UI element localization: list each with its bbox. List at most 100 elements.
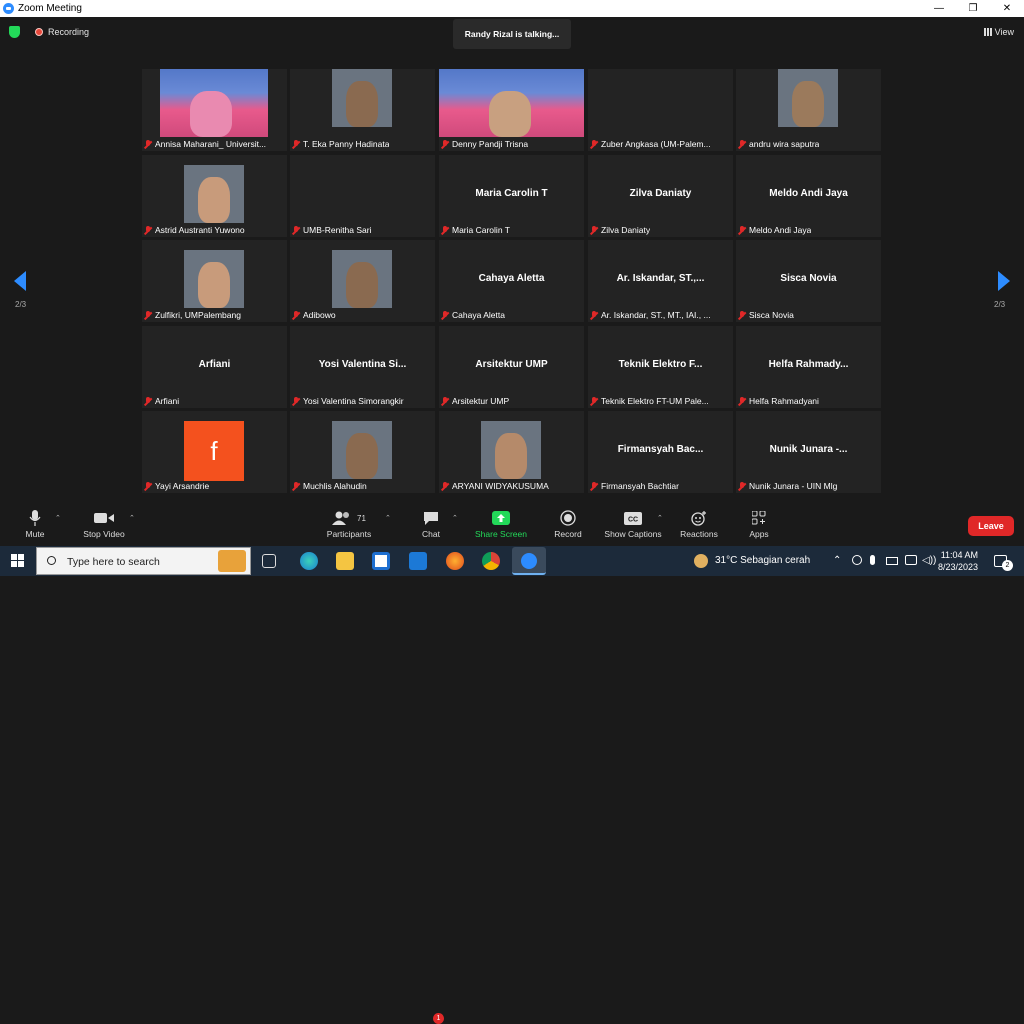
reactions-button[interactable]: Reactions xyxy=(678,509,720,539)
security-shield-icon[interactable] xyxy=(9,26,20,38)
show-hidden-icons-chevron-icon[interactable]: ⌃ xyxy=(833,555,841,566)
participant-tile[interactable]: Denny Pandji Trisna xyxy=(439,69,584,151)
participant-tile[interactable]: Astrid Austranti Yuwono xyxy=(142,155,287,237)
participant-tile[interactable]: Annisa Maharani_ Universit... xyxy=(142,69,287,151)
participant-tile[interactable]: Arsitektur UMP Arsitektur UMP xyxy=(439,326,584,408)
leave-button[interactable]: Leave xyxy=(968,516,1014,536)
participant-tile[interactable]: Cahaya Aletta Cahaya Aletta xyxy=(439,240,584,322)
window-title: Zoom Meeting xyxy=(18,3,82,14)
participant-tile[interactable]: Firmansyah Bac... Firmansyah Bachtiar xyxy=(588,411,733,493)
task-view-icon[interactable] xyxy=(262,554,276,568)
record-button[interactable]: Record xyxy=(549,509,587,539)
captions-options-chevron-icon[interactable]: ⌃ xyxy=(657,514,663,522)
participant-tile[interactable]: Zilva Daniaty Zilva Daniaty xyxy=(588,155,733,237)
mic-tray-icon[interactable] xyxy=(870,555,875,565)
participants-button[interactable]: 71 Participants xyxy=(322,509,376,539)
participant-nameplate: Arsitektur UMP xyxy=(441,395,509,407)
weather-text[interactable]: 31°C Sebagian cerah xyxy=(715,555,810,566)
participant-tile[interactable]: Adibowo xyxy=(290,240,435,322)
participant-tile[interactable]: Meldo Andi Jaya Meldo Andi Jaya xyxy=(736,155,881,237)
participant-video-figure xyxy=(346,81,378,127)
audio-options-chevron-icon[interactable]: ⌃ xyxy=(55,514,61,522)
network-icon[interactable] xyxy=(852,555,862,565)
chrome-icon[interactable] xyxy=(482,552,500,570)
participants-icon xyxy=(332,511,350,525)
participant-tile[interactable]: Zulfikri, UMPalembang xyxy=(142,240,287,322)
participant-name: Yosi Valentina Simorangkir xyxy=(303,396,404,406)
participant-name: Arsitektur UMP xyxy=(452,396,510,406)
video-feed xyxy=(184,165,244,223)
taskbar-clock[interactable]: 11:04 AM 8/23/2023 xyxy=(938,549,978,573)
participant-video-figure xyxy=(489,91,531,137)
participant-tile[interactable]: Yosi Valentina Si... Yosi Valentina Simor… xyxy=(290,326,435,408)
stop-video-button[interactable]: Stop Video xyxy=(78,509,130,539)
participant-tile[interactable]: Nunik Junara -... Nunik Junara - UIN Mlg xyxy=(736,411,881,493)
recording-label[interactable]: Recording xyxy=(48,27,89,37)
participant-tile[interactable]: Zuber Angkasa (UM-Palem... xyxy=(588,69,733,151)
window-titlebar: Zoom Meeting — ❐ ✕ xyxy=(0,0,1024,17)
participants-options-chevron-icon[interactable]: ⌃ xyxy=(385,514,391,522)
participant-tile[interactable]: f Yayi Arsandrie xyxy=(142,411,287,493)
chat-button[interactable]: Chat xyxy=(415,509,447,539)
participant-tile[interactable]: Helfa Rahmady... Helfa Rahmadyani xyxy=(736,326,881,408)
participant-tile[interactable]: T. Eka Panny Hadinata xyxy=(290,69,435,151)
participant-nameplate: UMB-Renitha Sari xyxy=(292,224,372,236)
volume-icon[interactable]: ◁)) xyxy=(922,555,936,566)
clock-date: 8/23/2023 xyxy=(938,562,979,572)
page-indicator-right: 2/3 xyxy=(994,300,1006,309)
previous-page-arrow-icon[interactable] xyxy=(14,271,26,291)
emoji-reaction-icon xyxy=(691,511,706,526)
minimize-button[interactable]: — xyxy=(922,0,956,17)
participant-name: Zilva Daniaty xyxy=(601,225,651,235)
video-feed xyxy=(160,69,268,137)
participants-label: Participants xyxy=(326,529,372,539)
participant-name: Denny Pandji Trisna xyxy=(452,139,529,149)
taskbar-search-box[interactable]: Type here to search xyxy=(36,547,251,575)
video-options-chevron-icon[interactable]: ⌃ xyxy=(129,514,135,522)
chat-options-chevron-icon[interactable]: ⌃ xyxy=(452,514,458,522)
participant-name: Adibowo xyxy=(303,310,336,320)
mail-icon[interactable] xyxy=(409,552,427,570)
participant-nameplate: andru wira saputra xyxy=(738,138,819,150)
edge-browser-icon[interactable] xyxy=(300,552,318,570)
record-label: Record xyxy=(554,529,582,539)
participant-nameplate: Zilva Daniaty xyxy=(590,224,650,236)
wifi-icon[interactable] xyxy=(905,555,917,565)
next-page-arrow-icon[interactable] xyxy=(998,271,1010,291)
apps-button[interactable]: Apps xyxy=(744,509,774,539)
video-feed xyxy=(439,69,584,137)
participant-tile[interactable]: Ar. Iskandar, ST.,... Ar. Iskandar, ST., … xyxy=(588,240,733,322)
participant-display-name: Firmansyah Bac... xyxy=(617,444,704,455)
meeting-toolbar: Mute ⌃ Stop Video ⌃ 71 Participants ⌃ Ch… xyxy=(0,505,1024,1024)
battery-icon[interactable] xyxy=(886,557,898,565)
svg-text:CC: CC xyxy=(628,516,638,523)
show-captions-button[interactable]: CC Show Captions xyxy=(602,509,664,539)
participant-tile[interactable]: Sisca Novia Sisca Novia xyxy=(736,240,881,322)
participant-tile[interactable]: andru wira saputra xyxy=(736,69,881,151)
microsoft-store-icon[interactable] xyxy=(372,552,390,570)
view-button[interactable]: View xyxy=(983,27,1014,37)
firefox-icon[interactable] xyxy=(446,552,464,570)
participant-tile[interactable]: ARYANI WIDYAKUSUMA xyxy=(439,411,584,493)
share-screen-label: Share Screen xyxy=(475,529,527,539)
windows-start-icon[interactable] xyxy=(11,554,24,567)
participant-tile[interactable]: UMB-Renitha Sari xyxy=(290,155,435,237)
participant-name: Meldo Andi Jaya xyxy=(749,225,812,235)
mute-button[interactable]: Mute xyxy=(18,509,52,539)
close-button[interactable]: ✕ xyxy=(990,0,1024,17)
participant-display-name: Cahaya Aletta xyxy=(478,273,545,284)
participant-tile[interactable]: Muchlis Alahudin xyxy=(290,411,435,493)
participant-tile[interactable]: Teknik Elektro F... Teknik Elektro FT-UM … xyxy=(588,326,733,408)
participant-tile[interactable]: Arfiani Arfiani xyxy=(142,326,287,408)
participant-tile[interactable]: Maria Carolin T Maria Carolin T xyxy=(439,155,584,237)
file-explorer-icon[interactable] xyxy=(336,552,354,570)
maximize-button[interactable]: ❐ xyxy=(956,0,990,17)
participant-display-name: Zilva Daniaty xyxy=(629,188,692,199)
video-feed xyxy=(184,250,244,308)
participant-nameplate: Cahaya Aletta xyxy=(441,309,505,321)
muted-mic-icon xyxy=(738,396,746,406)
participant-nameplate: Muchlis Alahudin xyxy=(292,480,367,492)
participant-nameplate: Yosi Valentina Simorangkir xyxy=(292,395,404,407)
participant-display-name: Helfa Rahmady... xyxy=(768,359,849,370)
share-screen-button[interactable]: Share Screen xyxy=(474,509,528,539)
